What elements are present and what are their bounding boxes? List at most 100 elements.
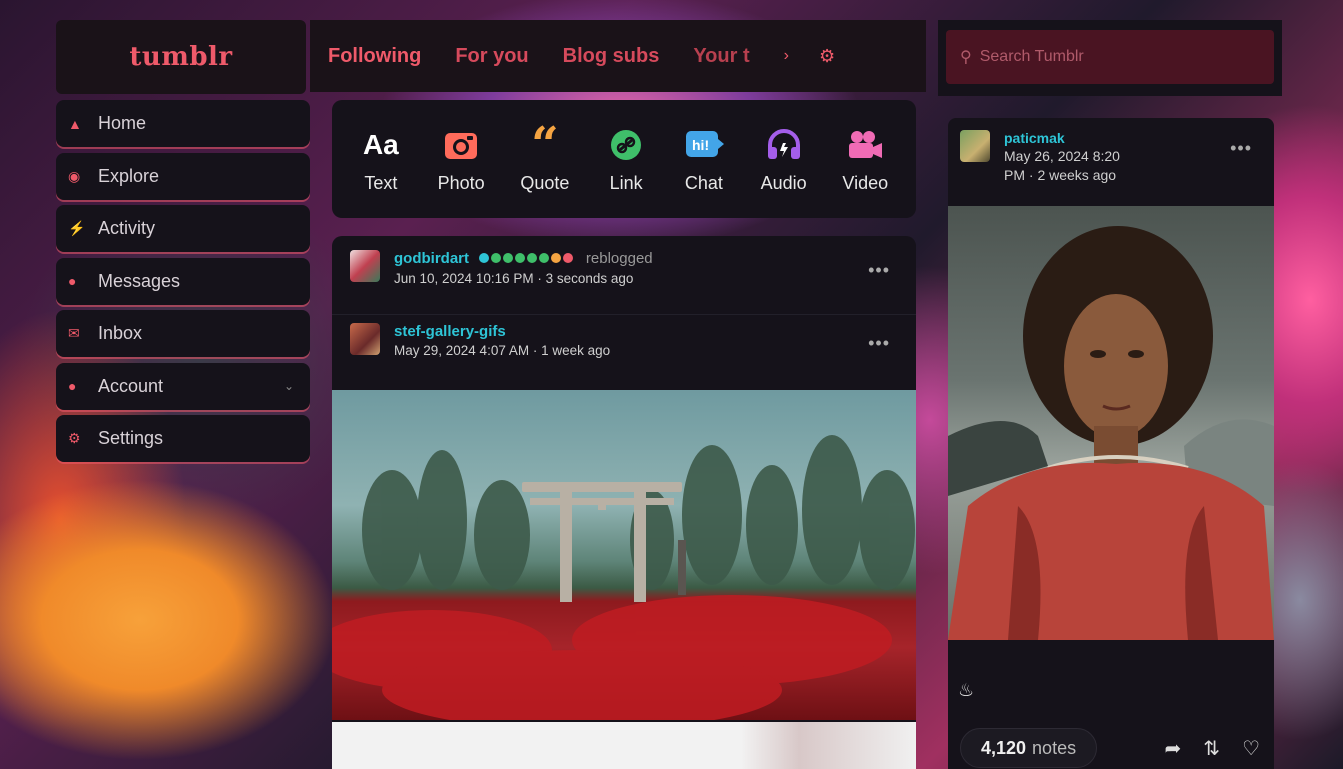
tab-your-tags[interactable]: Your t [693, 45, 749, 68]
post-timestamp[interactable]: May 29, 2024 4:07 AM · 1 week ago [394, 343, 610, 358]
post-type-chat[interactable]: hi! Chat [683, 125, 725, 194]
blaze-icon[interactable]: ♨ [958, 680, 974, 701]
video-camera-icon [844, 125, 886, 165]
badge-icon [527, 253, 538, 263]
sidebar-item-activity[interactable]: ⚡ Activity [56, 205, 310, 252]
tab-blog-subs[interactable]: Blog subs [563, 45, 660, 68]
notes-count-button[interactable]: 4,120 notes [960, 728, 1098, 768]
sidebar-post-footer: ♨ 4,120 notes ➦ ⇅ ♡ [948, 640, 1274, 769]
sidebar-post-username[interactable]: paticmak [1004, 130, 1120, 146]
chevron-down-icon[interactable]: ⌄ [284, 379, 294, 393]
sidebar-item-label: Settings [98, 428, 164, 448]
sidebar-item-account[interactable]: ● Account ⌄ [56, 362, 310, 410]
chat-bubble-icon: ● [68, 273, 77, 289]
tumblr-logo[interactable]: tumblr [129, 42, 232, 72]
sidebar-item-settings[interactable]: ⚙ Settings [56, 415, 310, 462]
heart-icon[interactable]: ♡ [1242, 736, 1260, 761]
search-input[interactable] [979, 48, 1240, 66]
tab-following[interactable]: Following [328, 45, 421, 68]
post-type-label: Quote [520, 172, 570, 193]
sidebar-item-label: Account [98, 375, 164, 396]
chat-icon: hi! [683, 125, 725, 165]
avatar[interactable] [350, 323, 380, 355]
tab-settings-icon[interactable]: ⚙ [819, 46, 835, 67]
chevron-right-icon[interactable]: › [784, 47, 789, 65]
badge-icon [515, 253, 526, 263]
headphones-icon [763, 125, 805, 165]
home-icon: ▲ [68, 115, 82, 132]
reblog-icon[interactable]: ⇅ [1203, 736, 1220, 761]
post-type-photo[interactable]: Photo [438, 125, 485, 194]
more-options-icon[interactable]: ••• [1230, 138, 1252, 159]
badge-icon [479, 253, 490, 263]
more-options-icon[interactable]: ••• [868, 260, 890, 281]
reblog-timestamp[interactable]: Jun 10, 2024 10:16 PM · 3 seconds ago [394, 271, 653, 286]
tab-for-you[interactable]: For you [455, 45, 528, 68]
camera-icon [440, 125, 482, 165]
torii-gate-scene [332, 435, 915, 720]
search-box[interactable]: ⚲ [946, 30, 1274, 84]
post-type-link[interactable]: Link [605, 125, 647, 194]
search-container: ⚲ [938, 20, 1282, 96]
sidebar-item-label: Home [98, 113, 147, 133]
post-type-label: Text [364, 172, 398, 193]
post-type-bar: Aa Text Photo “ Quote Link hi! Chat Audi… [332, 100, 916, 218]
reblog-meta: godbirdart reblogged Jun 10, 2024 10:16 … [394, 250, 653, 286]
sidebar-item-explore[interactable]: ◉ Explore [56, 152, 310, 200]
sidebar-post-timestamp-line2[interactable]: PM · 2 weeks ago [1004, 166, 1120, 185]
post-type-label: Link [609, 172, 643, 193]
gear-icon: ⚙ [68, 430, 81, 446]
search-icon: ⚲ [960, 49, 972, 66]
post-username[interactable]: stef-gallery-gifs [394, 323, 610, 340]
sidebar-post-timestamp-line1[interactable]: May 26, 2024 8:20 [1004, 147, 1120, 166]
blog-badges [479, 250, 575, 268]
sidebar-post-meta: paticmak May 26, 2024 8:20 PM · 2 weeks … [1004, 130, 1120, 206]
post-type-label: Photo [437, 172, 485, 193]
svg-text:hi!: hi! [692, 137, 709, 153]
badge-icon [491, 253, 502, 263]
badge-icon [551, 253, 562, 263]
sidebar-item-inbox[interactable]: ✉ Inbox [56, 310, 310, 357]
sidebar-item-home[interactable]: ▲ Home [56, 100, 310, 147]
post-type-label: Video [842, 172, 889, 193]
next-post-image-preview [332, 722, 916, 769]
sidebar-post-header: paticmak May 26, 2024 8:20 PM · 2 weeks … [948, 118, 1274, 206]
post-header: stef-gallery-gifs May 29, 2024 4:07 AM ·… [332, 314, 916, 390]
badge-icon [503, 253, 514, 263]
person-icon: ● [68, 378, 77, 394]
text-icon: Aa [362, 128, 399, 160]
notes-label: notes [1032, 737, 1077, 758]
sidebar-item-label: Inbox [98, 323, 143, 343]
reblog-header: godbirdart reblogged Jun 10, 2024 10:16 … [332, 236, 916, 314]
portrait-image[interactable] [948, 206, 1274, 640]
post-type-quote[interactable]: “ Quote [520, 116, 570, 194]
avatar[interactable] [960, 130, 990, 162]
reblogger-username[interactable]: godbirdart [394, 250, 469, 267]
sidebar-item-label: Activity [98, 218, 156, 238]
link-icon [605, 125, 647, 165]
reblog-action-text: reblogged [585, 250, 653, 268]
avatar[interactable] [350, 250, 380, 282]
badge-icon [539, 253, 550, 263]
post-type-video[interactable]: Video [842, 125, 888, 194]
dashboard-feed: godbirdart reblogged Jun 10, 2024 10:16 … [332, 236, 916, 769]
post-type-label: Audio [760, 172, 807, 193]
post-type-label: Chat [684, 172, 723, 193]
post-type-text[interactable]: Aa Text [360, 125, 402, 194]
sidebar-post-card: paticmak May 26, 2024 8:20 PM · 2 weeks … [948, 118, 1274, 769]
more-options-icon[interactable]: ••• [868, 333, 890, 354]
share-icon[interactable]: ➦ [1165, 736, 1182, 761]
sidebar-item-label: Explore [98, 165, 160, 186]
notes-count: 4,120 [981, 737, 1027, 758]
sidebar-nav: ▲ Home ◉ Explore ⚡ Activity ● Messages ✉… [56, 100, 310, 468]
post-meta: stef-gallery-gifs May 29, 2024 4:07 AM ·… [394, 323, 610, 358]
sidebar-item-label: Messages [98, 270, 181, 291]
compass-icon: ◉ [68, 167, 81, 184]
badge-icon [563, 253, 574, 263]
quote-icon: “ [531, 116, 559, 173]
post-image[interactable] [332, 390, 916, 720]
logo-container: tumblr [56, 20, 306, 94]
sidebar-item-messages[interactable]: ● Messages [56, 257, 310, 305]
post-type-audio[interactable]: Audio [761, 125, 807, 194]
feed-tabs: Following For you Blog subs Your t › ⚙ [310, 20, 926, 92]
